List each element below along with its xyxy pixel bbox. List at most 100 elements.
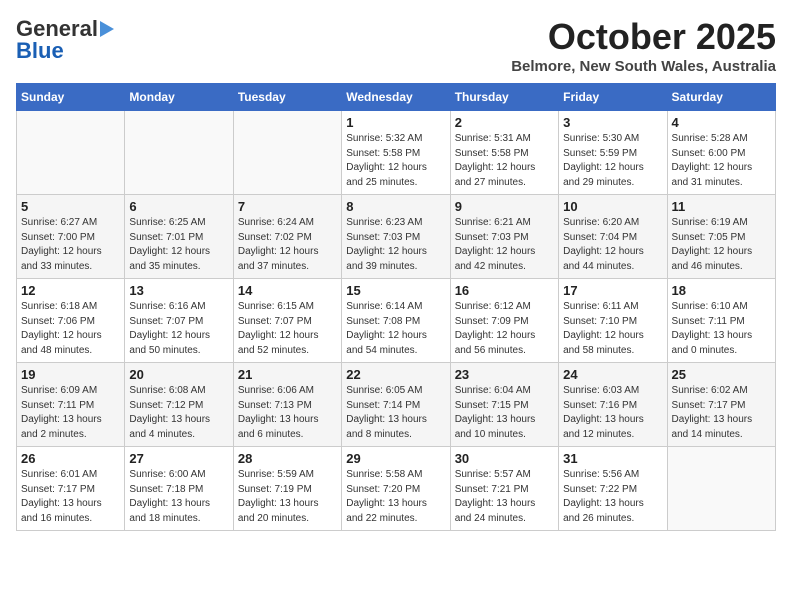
logo: General Blue: [16, 16, 114, 64]
header-day-tuesday: Tuesday: [233, 84, 341, 111]
day-number: 16: [455, 283, 554, 298]
day-number: 1: [346, 115, 445, 130]
header-day-monday: Monday: [125, 84, 233, 111]
day-detail: Sunrise: 6:03 AM Sunset: 7:16 PM Dayligh…: [563, 384, 662, 442]
day-detail: Sunrise: 6:05 AM Sunset: 7:14 PM Dayligh…: [346, 384, 445, 442]
calendar-cell: 26 Sunrise: 6:01 AM Sunset: 7:17 PM Dayli…: [17, 447, 125, 531]
location-title: Belmore, New South Wales, Australia: [511, 58, 776, 75]
day-number: 3: [563, 115, 662, 130]
day-detail: Sunrise: 6:01 AM Sunset: 7:17 PM Dayligh…: [21, 468, 120, 526]
day-detail: Sunrise: 6:18 AM Sunset: 7:06 PM Dayligh…: [21, 300, 120, 358]
calendar-cell: [233, 111, 341, 195]
month-title: October 2025: [511, 16, 776, 58]
calendar-cell: [667, 447, 775, 531]
header-day-sunday: Sunday: [17, 84, 125, 111]
day-detail: Sunrise: 6:21 AM Sunset: 7:03 PM Dayligh…: [455, 216, 554, 274]
calendar-cell: [17, 111, 125, 195]
day-detail: Sunrise: 5:32 AM Sunset: 5:58 PM Dayligh…: [346, 132, 445, 190]
day-detail: Sunrise: 6:20 AM Sunset: 7:04 PM Dayligh…: [563, 216, 662, 274]
day-number: 12: [21, 283, 120, 298]
day-number: 23: [455, 367, 554, 382]
day-detail: Sunrise: 6:24 AM Sunset: 7:02 PM Dayligh…: [238, 216, 337, 274]
calendar-cell: 10 Sunrise: 6:20 AM Sunset: 7:04 PM Dayli…: [559, 195, 667, 279]
calendar-cell: 9 Sunrise: 6:21 AM Sunset: 7:03 PM Daylig…: [450, 195, 558, 279]
calendar-cell: 1 Sunrise: 5:32 AM Sunset: 5:58 PM Daylig…: [342, 111, 450, 195]
calendar-table: SundayMondayTuesdayWednesdayThursdayFrid…: [16, 83, 776, 531]
day-number: 21: [238, 367, 337, 382]
calendar-week-row: 12 Sunrise: 6:18 AM Sunset: 7:06 PM Dayli…: [17, 279, 776, 363]
calendar-cell: 19 Sunrise: 6:09 AM Sunset: 7:11 PM Dayli…: [17, 363, 125, 447]
day-number: 22: [346, 367, 445, 382]
day-number: 18: [672, 283, 771, 298]
day-detail: Sunrise: 6:08 AM Sunset: 7:12 PM Dayligh…: [129, 384, 228, 442]
day-detail: Sunrise: 6:12 AM Sunset: 7:09 PM Dayligh…: [455, 300, 554, 358]
day-number: 7: [238, 199, 337, 214]
day-detail: Sunrise: 5:28 AM Sunset: 6:00 PM Dayligh…: [672, 132, 771, 190]
calendar-cell: 30 Sunrise: 5:57 AM Sunset: 7:21 PM Dayli…: [450, 447, 558, 531]
calendar-cell: 2Sunrise: 5:31 AM Sunset: 5:58 PM Daylig…: [450, 111, 558, 195]
calendar-cell: 11 Sunrise: 6:19 AM Sunset: 7:05 PM Dayli…: [667, 195, 775, 279]
day-number: 20: [129, 367, 228, 382]
day-detail: Sunrise: 5:31 AM Sunset: 5:58 PM Dayligh…: [455, 132, 554, 190]
day-detail: Sunrise: 5:57 AM Sunset: 7:21 PM Dayligh…: [455, 468, 554, 526]
day-detail: Sunrise: 6:04 AM Sunset: 7:15 PM Dayligh…: [455, 384, 554, 442]
day-number: 27: [129, 451, 228, 466]
calendar-cell: 12 Sunrise: 6:18 AM Sunset: 7:06 PM Dayli…: [17, 279, 125, 363]
calendar-week-row: 26 Sunrise: 6:01 AM Sunset: 7:17 PM Dayli…: [17, 447, 776, 531]
header-day-saturday: Saturday: [667, 84, 775, 111]
day-number: 11: [672, 199, 771, 214]
calendar-cell: 13 Sunrise: 6:16 AM Sunset: 7:07 PM Dayli…: [125, 279, 233, 363]
calendar-cell: 16 Sunrise: 6:12 AM Sunset: 7:09 PM Dayli…: [450, 279, 558, 363]
calendar-cell: 17 Sunrise: 6:11 AM Sunset: 7:10 PM Dayli…: [559, 279, 667, 363]
calendar-week-row: 5 Sunrise: 6:27 AM Sunset: 7:00 PM Daylig…: [17, 195, 776, 279]
day-number: 10: [563, 199, 662, 214]
day-detail: Sunrise: 6:09 AM Sunset: 7:11 PM Dayligh…: [21, 384, 120, 442]
calendar-cell: 25 Sunrise: 6:02 AM Sunset: 7:17 PM Dayli…: [667, 363, 775, 447]
day-number: 8: [346, 199, 445, 214]
page-header: General Blue October 2025 Belmore, New S…: [16, 16, 776, 75]
day-detail: Sunrise: 6:19 AM Sunset: 7:05 PM Dayligh…: [672, 216, 771, 274]
day-number: 5: [21, 199, 120, 214]
day-number: 24: [563, 367, 662, 382]
calendar-cell: 29Sunrise: 5:58 AM Sunset: 7:20 PM Dayli…: [342, 447, 450, 531]
day-number: 30: [455, 451, 554, 466]
calendar-cell: 3Sunrise: 5:30 AM Sunset: 5:59 PM Daylig…: [559, 111, 667, 195]
day-detail: Sunrise: 6:15 AM Sunset: 7:07 PM Dayligh…: [238, 300, 337, 358]
day-detail: Sunrise: 6:11 AM Sunset: 7:10 PM Dayligh…: [563, 300, 662, 358]
day-number: 31: [563, 451, 662, 466]
day-detail: Sunrise: 6:06 AM Sunset: 7:13 PM Dayligh…: [238, 384, 337, 442]
day-number: 17: [563, 283, 662, 298]
day-number: 25: [672, 367, 771, 382]
day-detail: Sunrise: 6:02 AM Sunset: 7:17 PM Dayligh…: [672, 384, 771, 442]
header-day-friday: Friday: [559, 84, 667, 111]
day-number: 9: [455, 199, 554, 214]
title-block: October 2025 Belmore, New South Wales, A…: [511, 16, 776, 75]
calendar-cell: 15Sunrise: 6:14 AM Sunset: 7:08 PM Dayli…: [342, 279, 450, 363]
day-number: 19: [21, 367, 120, 382]
day-detail: Sunrise: 6:16 AM Sunset: 7:07 PM Dayligh…: [129, 300, 228, 358]
day-detail: Sunrise: 6:00 AM Sunset: 7:18 PM Dayligh…: [129, 468, 228, 526]
calendar-cell: 27 Sunrise: 6:00 AM Sunset: 7:18 PM Dayli…: [125, 447, 233, 531]
day-detail: Sunrise: 6:25 AM Sunset: 7:01 PM Dayligh…: [129, 216, 228, 274]
day-detail: Sunrise: 6:27 AM Sunset: 7:00 PM Dayligh…: [21, 216, 120, 274]
day-number: 26: [21, 451, 120, 466]
calendar-cell: 7 Sunrise: 6:24 AM Sunset: 7:02 PM Daylig…: [233, 195, 341, 279]
calendar-week-row: 19 Sunrise: 6:09 AM Sunset: 7:11 PM Dayli…: [17, 363, 776, 447]
calendar-cell: 22 Sunrise: 6:05 AM Sunset: 7:14 PM Dayli…: [342, 363, 450, 447]
day-detail: Sunrise: 6:14 AM Sunset: 7:08 PM Dayligh…: [346, 300, 445, 358]
calendar-cell: 28Sunrise: 5:59 AM Sunset: 7:19 PM Dayli…: [233, 447, 341, 531]
calendar-cell: 18Sunrise: 6:10 AM Sunset: 7:11 PM Dayli…: [667, 279, 775, 363]
calendar-cell: 6 Sunrise: 6:25 AM Sunset: 7:01 PM Daylig…: [125, 195, 233, 279]
calendar-cell: 20 Sunrise: 6:08 AM Sunset: 7:12 PM Dayli…: [125, 363, 233, 447]
header-day-wednesday: Wednesday: [342, 84, 450, 111]
calendar-cell: 23 Sunrise: 6:04 AM Sunset: 7:15 PM Dayli…: [450, 363, 558, 447]
day-number: 28: [238, 451, 337, 466]
logo-arrow-icon: [100, 21, 114, 37]
calendar-cell: 4Sunrise: 5:28 AM Sunset: 6:00 PM Daylig…: [667, 111, 775, 195]
day-detail: Sunrise: 5:58 AM Sunset: 7:20 PM Dayligh…: [346, 468, 445, 526]
calendar-cell: 14Sunrise: 6:15 AM Sunset: 7:07 PM Dayli…: [233, 279, 341, 363]
day-detail: Sunrise: 5:56 AM Sunset: 7:22 PM Dayligh…: [563, 468, 662, 526]
day-number: 13: [129, 283, 228, 298]
calendar-header-row: SundayMondayTuesdayWednesdayThursdayFrid…: [17, 84, 776, 111]
day-number: 6: [129, 199, 228, 214]
